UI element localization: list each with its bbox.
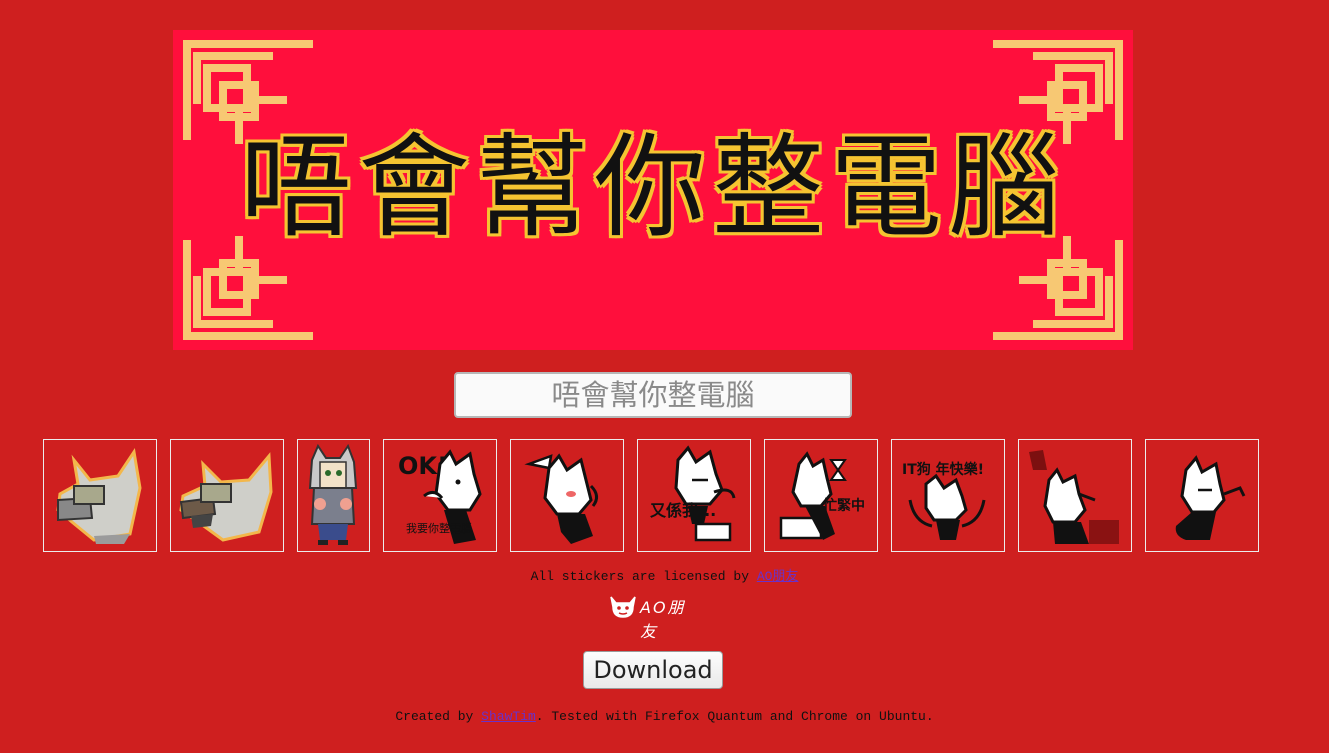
- devil-face-icon: [610, 596, 636, 618]
- busy-dog-image: 忙緊中: [779, 451, 865, 540]
- license-text: All stickers are licensed by AO朋友: [0, 565, 1329, 584]
- message-input[interactable]: [454, 372, 852, 418]
- sticker-list: OK! 我要你整電腦 又係我... 忙緊中 IT狗 年快樂!: [43, 439, 1272, 552]
- shadow-dog-image: [1029, 450, 1119, 544]
- robot-dog-sticker-2[interactable]: [170, 439, 284, 552]
- footer-suffix: . Tested with Firefox Quantum and Chrome…: [535, 709, 934, 724]
- banner: 唔會幫你整電腦: [173, 30, 1133, 350]
- svg-text:我要你整電腦: 我要你整電腦: [406, 521, 472, 535]
- ok-dog-image: OK! 我要你整電腦: [398, 449, 482, 544]
- hoodie-girl-image: [308, 443, 358, 545]
- new-year-dog-image: IT狗 年快樂!: [902, 461, 986, 540]
- shadow-dog-sticker[interactable]: [1018, 439, 1132, 552]
- banner-title: 唔會幫你整電腦: [240, 123, 1066, 253]
- footer-prefix: Created by: [395, 709, 482, 724]
- svg-text:IT狗 年快樂!: IT狗 年快樂!: [902, 461, 984, 478]
- hoodie-girl-sticker[interactable]: [297, 439, 370, 552]
- download-button[interactable]: Download: [583, 651, 723, 689]
- shrug-dog-image: [524, 453, 598, 544]
- page: 唔會幫你整電腦 唔會幫你整電腦 OK! 我要你整電腦 又係我... 忙緊中 IT…: [0, 0, 1329, 753]
- again-dog-image: 又係我...: [649, 445, 736, 542]
- footer: Created by ShawTim. Tested with Firefox …: [0, 709, 1329, 724]
- license-prefix: All stickers are licensed by: [530, 569, 757, 584]
- robot-dog-image: [179, 452, 273, 542]
- author-link[interactable]: ShawTim: [481, 709, 536, 724]
- robot-dog-image: [56, 448, 142, 544]
- brand-logo-text: AO朋友: [640, 598, 686, 641]
- brand-logo: AO朋友: [607, 591, 697, 641]
- angry-dog-sticker[interactable]: [1145, 439, 1259, 552]
- again-dog-sticker[interactable]: 又係我...: [637, 439, 751, 552]
- robot-dog-sticker-1[interactable]: [43, 439, 157, 552]
- angry-dog-image: [1175, 455, 1246, 540]
- license-author-link[interactable]: AO朋友: [757, 569, 799, 584]
- svg-text:忙緊中: 忙緊中: [823, 497, 865, 514]
- busy-dog-sticker[interactable]: 忙緊中: [764, 439, 878, 552]
- ok-dog-sticker[interactable]: OK! 我要你整電腦: [383, 439, 497, 552]
- new-year-dog-sticker[interactable]: IT狗 年快樂!: [891, 439, 1005, 552]
- shrug-dog-sticker[interactable]: [510, 439, 624, 552]
